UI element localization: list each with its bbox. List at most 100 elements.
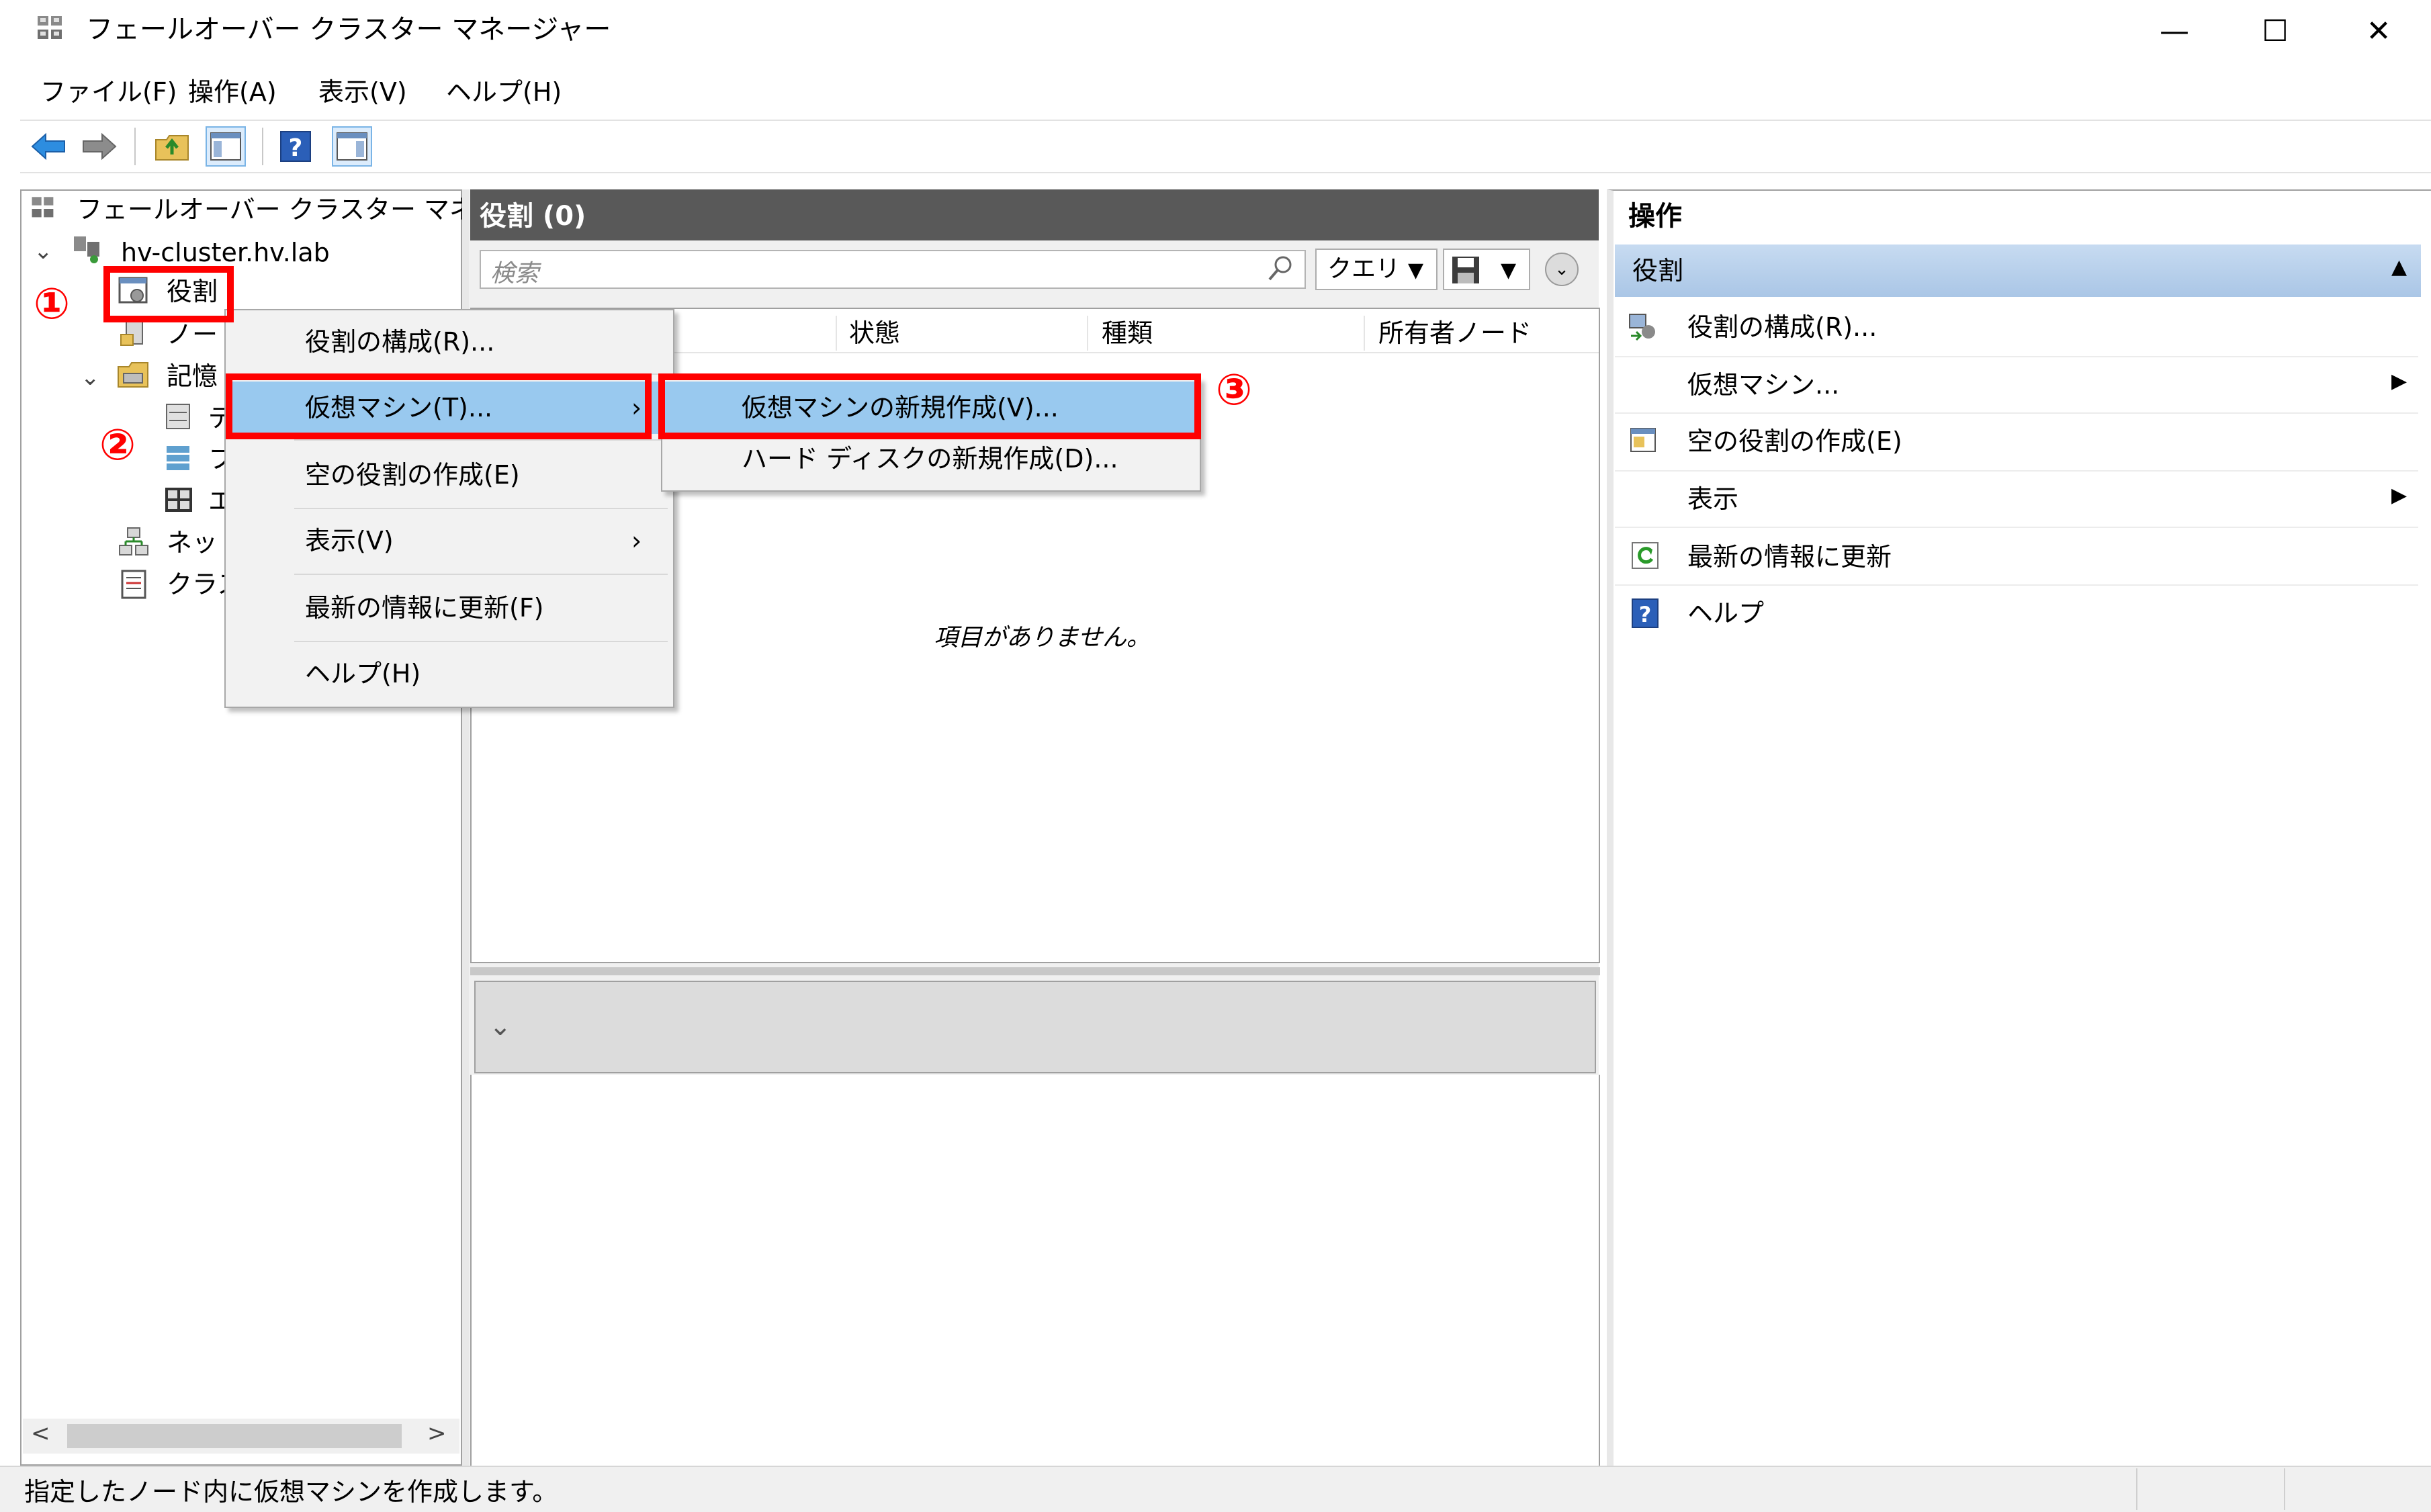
- annotation-box-1: [103, 266, 234, 322]
- query-dropdown[interactable]: クエリ ▼: [1315, 249, 1438, 290]
- back-arrow-icon: [31, 132, 65, 161]
- annotation-number-1: ①: [34, 279, 71, 329]
- menu-separator: [294, 574, 668, 575]
- forward-arrow-icon: [83, 132, 117, 161]
- details-panel: [474, 981, 1596, 1073]
- ctx-configure-role[interactable]: 役割の構成(R)...: [305, 325, 494, 359]
- column-divider[interactable]: [836, 316, 837, 351]
- ctx-refresh[interactable]: 最新の情報に更新(F): [305, 591, 544, 625]
- tree-item-cluster[interactable]: hv-cluster.hv.lab: [121, 236, 330, 269]
- empty-role-icon: [1628, 426, 1659, 457]
- action-divider: [1615, 356, 2418, 357]
- menu-file[interactable]: ファイル(F): [40, 75, 177, 109]
- ctx-help[interactable]: ヘルプ(H): [305, 657, 421, 691]
- actions-section-header[interactable]: [1615, 244, 2421, 297]
- expand-options-button[interactable]: ⌄: [1545, 253, 1579, 286]
- show-hide-console-tree-button[interactable]: [206, 126, 246, 167]
- storage-icon: [117, 359, 149, 390]
- annotation-number-3: ③: [1216, 365, 1253, 415]
- action-refresh[interactable]: 最新の情報に更新: [1687, 540, 1892, 574]
- maximize-icon: ☐: [2262, 13, 2289, 48]
- chevron-down-icon[interactable]: ⌄: [34, 235, 53, 267]
- action-help[interactable]: ヘルプ: [1687, 596, 1764, 630]
- toolbar-separator: [262, 128, 263, 165]
- action-pane-icon: [337, 132, 367, 161]
- minimize-icon: —: [2160, 13, 2189, 48]
- folder-up-icon: [155, 135, 189, 161]
- annotation-box-3: [658, 373, 1201, 439]
- minimize-button[interactable]: —: [2123, 0, 2226, 62]
- roles-title: 役割 (0): [480, 201, 586, 232]
- cluster-icon: [71, 234, 102, 265]
- details-area: [470, 1075, 1600, 1466]
- cluster-manager-icon: [35, 12, 70, 47]
- help-icon: ?: [280, 131, 311, 162]
- configure-role-icon: [1628, 312, 1659, 343]
- save-query-dropdown[interactable]: ▼: [1443, 249, 1530, 290]
- menu-view[interactable]: 表示(V): [318, 75, 407, 109]
- action-divider: [1615, 527, 2418, 528]
- pools-icon: [164, 443, 192, 473]
- close-button[interactable]: ✕: [2327, 0, 2430, 62]
- svg-text:?: ?: [289, 134, 303, 162]
- chevron-right-icon: ›: [631, 526, 642, 555]
- column-owner-node[interactable]: 所有者ノード: [1378, 316, 1532, 351]
- ctx-view[interactable]: 表示(V): [305, 524, 394, 558]
- action-divider: [1615, 470, 2418, 472]
- column-status[interactable]: 状態: [849, 316, 900, 351]
- window-title: フェールオーバー クラスター マネージャー: [86, 14, 611, 45]
- submenu-arrow-icon: ▶: [2391, 369, 2407, 393]
- disks-icon: [164, 402, 192, 431]
- action-configure-role[interactable]: 役割の構成(R)...: [1687, 310, 1877, 344]
- maximize-button[interactable]: ☐: [2223, 0, 2327, 62]
- dropdown-arrow-icon: ▼: [1408, 259, 1424, 282]
- status-text: 指定したノード内に仮想マシンを作成します。: [24, 1477, 558, 1507]
- search-input[interactable]: [480, 250, 1306, 289]
- enclosures-icon: [164, 485, 193, 515]
- column-type[interactable]: 種類: [1102, 316, 1153, 351]
- status-divider: [2284, 1468, 2285, 1510]
- action-view[interactable]: 表示: [1687, 482, 1738, 516]
- empty-list-message: 項目がありません。: [934, 624, 1151, 652]
- pane-splitter[interactable]: [470, 967, 1600, 975]
- search-icon[interactable]: [1266, 253, 1295, 285]
- annotation-box-2: [226, 373, 652, 439]
- cluster-events-icon: [118, 568, 149, 601]
- menu-action[interactable]: 操作(A): [188, 75, 277, 109]
- chevron-down-icon[interactable]: ⌄: [489, 1011, 512, 1042]
- refresh-icon: [1631, 541, 1662, 572]
- chevron-down-icon: ⌄: [1554, 259, 1569, 279]
- column-divider[interactable]: [1087, 316, 1088, 351]
- scrollbar-thumb[interactable]: [67, 1424, 402, 1448]
- actions-title: 操作: [1628, 201, 1682, 232]
- console-tree-icon: [210, 132, 241, 161]
- action-create-empty-role[interactable]: 空の役割の作成(E): [1687, 425, 1902, 458]
- collapse-up-icon[interactable]: ▲: [2391, 255, 2407, 279]
- scroll-right-icon[interactable]: >: [427, 1420, 447, 1447]
- annotation-number-2: ②: [99, 420, 136, 470]
- menu-separator: [294, 641, 668, 642]
- menu-separator: [294, 508, 668, 509]
- tree-item-storage[interactable]: 記憶: [167, 360, 218, 392]
- help-button[interactable]: ?: [275, 126, 316, 167]
- submenu-new-hard-disk[interactable]: ハード ディスクの新規作成(D)...: [742, 442, 1118, 476]
- status-divider: [2136, 1468, 2137, 1510]
- scroll-left-icon[interactable]: <: [31, 1420, 50, 1447]
- chevron-down-icon[interactable]: ⌄: [81, 361, 100, 394]
- save-icon: [1452, 257, 1479, 283]
- menu-help[interactable]: ヘルプ(H): [446, 75, 562, 109]
- forward-button[interactable]: [79, 126, 120, 167]
- action-divider: [1615, 584, 2418, 586]
- back-button[interactable]: [28, 126, 69, 167]
- center-header: [470, 189, 1599, 240]
- up-folder-button[interactable]: [152, 126, 192, 167]
- submenu-arrow-icon: ▶: [2391, 484, 2407, 507]
- action-divider: [1615, 412, 2418, 414]
- show-hide-action-pane-button[interactable]: [332, 126, 372, 167]
- action-virtual-machines[interactable]: 仮想マシン...: [1687, 368, 1839, 402]
- nodes-icon: [120, 318, 149, 348]
- column-divider[interactable]: [1364, 316, 1365, 351]
- menu-separator: [294, 439, 668, 441]
- toolbar: [20, 120, 2431, 173]
- ctx-create-empty-role[interactable]: 空の役割の作成(E): [305, 458, 520, 492]
